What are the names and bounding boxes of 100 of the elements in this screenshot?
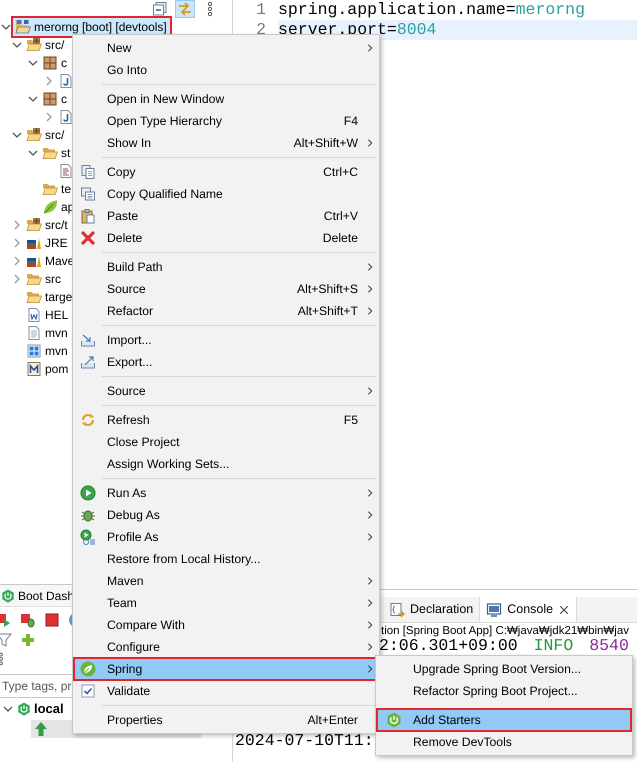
tree-item-label[interactable]: HEL xyxy=(45,307,68,323)
import-icon xyxy=(80,332,96,348)
paste-icon xyxy=(80,208,96,224)
tree-item-label[interactable]: src/t xyxy=(45,217,68,233)
tab[interactable]: Declaration xyxy=(383,597,480,622)
shortcut-text: F4 xyxy=(344,112,358,130)
menu-item[interactable]: Open Type Hierarchy F4 xyxy=(74,110,378,132)
menu-item[interactable]: Validate xyxy=(74,680,378,702)
package-folder-icon xyxy=(26,37,42,53)
tree-item-label[interactable]: src/ xyxy=(45,127,64,143)
process-id-text: 8540 xyxy=(589,637,629,654)
grid-file-icon xyxy=(26,343,42,359)
menu-item[interactable]: Copy Qualified Name xyxy=(74,183,378,205)
menu-item[interactable]: Assign Working Sets... xyxy=(74,453,378,475)
power-icon xyxy=(386,712,402,728)
menu-item[interactable]: Refactor Spring Boot Project... xyxy=(377,680,631,702)
menu-item[interactable]: Go Into xyxy=(74,59,378,81)
menu-item[interactable]: Debug As xyxy=(74,504,378,526)
timestamp-text: 2:06.301+09:00 xyxy=(379,637,518,654)
line-number: 2 xyxy=(255,20,267,40)
tree-item-label[interactable]: c xyxy=(61,55,67,71)
tree-item-label[interactable]: st xyxy=(61,145,70,161)
menu-item[interactable]: Import... xyxy=(74,329,378,351)
line-number: 1 xyxy=(255,0,267,20)
menu-item[interactable]: Configure xyxy=(74,636,378,658)
shortcut-text: Ctrl+C xyxy=(323,164,358,181)
declaration-icon xyxy=(389,602,405,618)
refresh-icon xyxy=(80,412,96,428)
menu-item[interactable]: Properties Alt+Enter xyxy=(74,709,378,731)
menu-item[interactable]: Team xyxy=(74,592,378,614)
tree-item-label[interactable]: src xyxy=(45,271,61,287)
tree-item-label[interactable]: te xyxy=(61,181,72,197)
power-icon xyxy=(17,702,31,716)
profile-icon xyxy=(80,529,96,545)
debug-start-icon[interactable] xyxy=(20,612,36,628)
check-icon xyxy=(80,683,96,699)
menu-item[interactable]: Show In Alt+Shift+W xyxy=(74,132,378,154)
timestamp-text: 2024-07-10T11: xyxy=(235,731,374,751)
tree-item-label[interactable]: mvn xyxy=(45,343,68,359)
menu-item[interactable]: Export... xyxy=(74,351,378,373)
filter-icon[interactable] xyxy=(0,632,12,648)
tree-item-label[interactable]: mvn xyxy=(45,325,68,341)
menu-item[interactable]: Maven xyxy=(74,570,378,592)
file-icon xyxy=(26,325,42,341)
process-description: tion [Spring Boot App] C:₩java₩jdk21₩bin₩jav xyxy=(380,624,630,639)
menu-item[interactable]: Delete Delete xyxy=(74,227,378,249)
tree-item-label[interactable]: merorng [boot] [devtools] xyxy=(34,19,167,35)
menu-item[interactable]: Compare With xyxy=(74,614,378,636)
menu-item[interactable]: Upgrade Spring Boot Version... xyxy=(377,658,631,680)
menu-item[interactable]: Paste Ctrl+V xyxy=(74,205,378,227)
menu-item[interactable]: Refactor Alt+Shift+T xyxy=(74,300,378,322)
menu-item[interactable]: Source xyxy=(74,380,378,402)
console-icon xyxy=(486,602,502,618)
copy-icon xyxy=(80,164,96,180)
menu-item[interactable]: Remove DevTools xyxy=(377,731,631,753)
menu-item[interactable]: Source Alt+Shift+S xyxy=(74,278,378,300)
shortcut-text: Alt+Shift+S xyxy=(297,280,358,298)
collapse-all-icon[interactable] xyxy=(152,1,168,17)
menu-item[interactable]: Spring xyxy=(74,658,378,680)
menu-item[interactable]: Copy Ctrl+C xyxy=(74,161,378,183)
shortcut-text: Ctrl+V xyxy=(324,208,358,225)
menu-item[interactable]: Add Starters xyxy=(377,709,631,731)
menu-item[interactable]: Run As xyxy=(74,482,378,504)
menu-item[interactable]: Open in New Window xyxy=(74,88,378,110)
menu-item[interactable]: Close Project xyxy=(74,431,378,453)
menu-item[interactable]: Build Path xyxy=(74,256,378,278)
tree-item-label[interactable]: c xyxy=(61,91,67,107)
up-arrow-icon xyxy=(33,720,49,736)
menu-item[interactable]: Profile As xyxy=(74,526,378,548)
package-icon xyxy=(42,55,58,71)
java-file-icon xyxy=(58,109,74,125)
menu-item[interactable]: Refresh F5 xyxy=(74,409,378,431)
shortcut-text: F5 xyxy=(344,412,358,429)
tree-item-label[interactable]: src/ xyxy=(45,37,64,53)
menu-item[interactable]: New xyxy=(74,37,378,59)
project-folder-icon xyxy=(15,19,31,35)
spring-leaf-icon xyxy=(80,661,96,677)
shortcut-text: Alt+Shift+W xyxy=(294,134,358,152)
package-folder-icon xyxy=(26,127,42,143)
tree-item-label[interactable]: targe xyxy=(45,289,72,305)
code-line: spring.application.name=merorng xyxy=(278,0,586,20)
folder-icon xyxy=(26,271,42,287)
tree-item-label[interactable]: JRE xyxy=(45,235,68,251)
close-icon[interactable] xyxy=(558,604,570,616)
folder-icon xyxy=(42,181,58,197)
selected-tree-item[interactable]: merorng [boot] [devtools] xyxy=(13,18,170,36)
shortcut-text: Alt+Enter xyxy=(308,712,358,729)
stop-icon[interactable] xyxy=(44,612,60,628)
run-icon xyxy=(80,485,96,501)
shortcut-text: Delete xyxy=(322,230,358,247)
log-level-text: INFO xyxy=(534,637,574,654)
start-icon[interactable] xyxy=(0,612,12,628)
tab[interactable]: Console xyxy=(479,597,578,622)
tree-item-label[interactable]: local xyxy=(34,700,64,716)
menu-item[interactable]: Restore from Local History... xyxy=(74,548,378,570)
tree-item-label[interactable]: pom xyxy=(45,361,68,377)
package-folder-icon xyxy=(26,217,42,233)
maven-file-icon xyxy=(26,361,42,377)
folder-icon xyxy=(42,145,58,161)
word-file-icon xyxy=(26,307,42,323)
